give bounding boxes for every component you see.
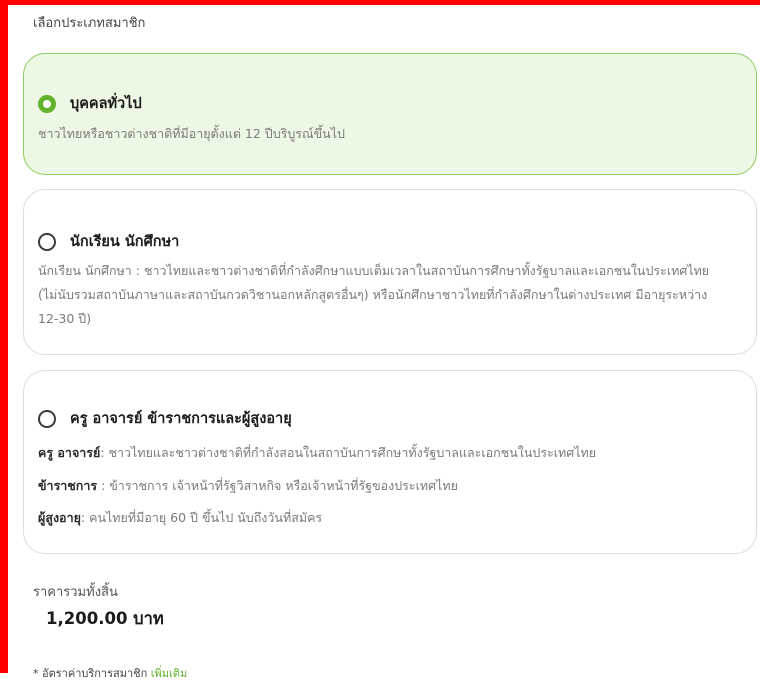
radio-selected-icon[interactable]: [38, 94, 56, 113]
detail-text: : คนไทยที่มีอายุ 60 ปี ขึ้นไป นับถึงวันท…: [80, 510, 323, 525]
member-type-card-teacher-senior[interactable]: ครู อาจารย์ ข้าราชการและผู้สูงอายุ ครู อ…: [23, 370, 757, 554]
member-type-card-general[interactable]: บุคคลทั่วไป ชาวไทยหรือชาวต่างชาติที่มีอา…: [23, 53, 757, 175]
member-type-detail-senior: ผู้สูงอายุ: คนไทยที่มีอายุ 60 ปี ขึ้นไป …: [38, 508, 736, 528]
fee-footnote: * อัตราค่าบริการสมาชิก เพิ่มเติม: [33, 664, 187, 682]
member-type-card-student[interactable]: นักเรียน นักศึกษา นักเรียน นักศึกษา : ชา…: [23, 189, 757, 355]
detail-text: : ชาวไทยและชาวต่างชาติที่กำลังสอนในสถาบั…: [100, 445, 597, 460]
total-price-label: ราคารวมทั้งสิ้น: [33, 585, 118, 600]
member-type-title: บุคคลทั่วไป: [70, 96, 142, 112]
total-price-value: 1,200.00 บาท: [46, 609, 164, 628]
member-type-title: นักเรียน นักศึกษา: [70, 234, 180, 250]
detail-term: ข้าราชการ: [38, 478, 98, 493]
more-info-link[interactable]: เพิ่มเติม: [151, 667, 187, 680]
section-label: เลือกประเภทสมาชิก: [33, 16, 146, 31]
annotation-border-left: [0, 0, 8, 673]
member-type-title: ครู อาจารย์ ข้าราชการและผู้สูงอายุ: [70, 411, 292, 427]
member-type-description: นักเรียน นักศึกษา : ชาวไทยและชาวต่างชาติ…: [38, 263, 710, 326]
member-type-header: นักเรียน นักศึกษา: [38, 230, 179, 253]
member-type-detail-teacher: ครู อาจารย์: ชาวไทยและชาวต่างชาติที่กำลั…: [38, 443, 736, 463]
detail-term: ผู้สูงอายุ: [38, 510, 81, 525]
member-type-detail-civil-servant: ข้าราชการ : ข้าราชการ เจ้าหน้าที่รัฐวิสา…: [38, 476, 736, 496]
footnote-text: * อัตราค่าบริการสมาชิก: [33, 667, 148, 680]
member-type-header: บุคคลทั่วไป: [38, 92, 142, 115]
detail-term: ครู อาจารย์: [38, 445, 101, 460]
member-type-header: ครู อาจารย์ ข้าราชการและผู้สูงอายุ: [38, 407, 292, 430]
radio-unselected-icon[interactable]: [38, 232, 56, 251]
member-type-description: ชาวไทยหรือชาวต่างชาติที่มีอายุตั้งแต่ 12…: [38, 126, 345, 141]
annotation-border-top: [0, 0, 760, 5]
detail-text: : ข้าราชการ เจ้าหน้าที่รัฐวิสาหกิจ หรือเ…: [97, 478, 458, 493]
radio-unselected-icon[interactable]: [38, 409, 56, 428]
